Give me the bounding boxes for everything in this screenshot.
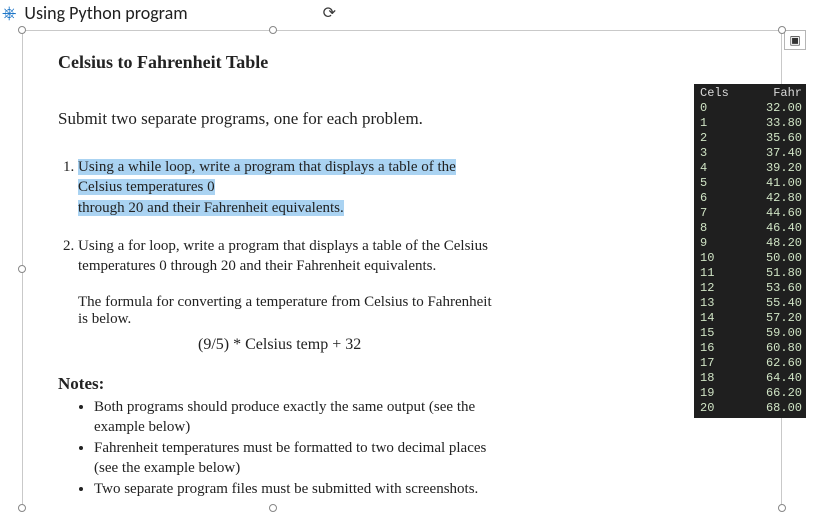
cell-celsius: 2	[698, 131, 746, 146]
cell-celsius: 5	[698, 176, 746, 191]
formula-intro: The formula for converting a temperature…	[78, 294, 692, 328]
cell-fahrenheit: 46.40	[746, 221, 804, 236]
table-row: 032.00	[698, 101, 804, 116]
cell-fahrenheit: 35.60	[746, 131, 804, 146]
layout-options-button[interactable]: ▣	[784, 30, 806, 50]
table-row: 642.80	[698, 191, 804, 206]
problem-2-text: Using a for loop, write a program that d…	[78, 238, 488, 274]
cell-celsius: 12	[698, 281, 746, 296]
cell-fahrenheit: 68.00	[746, 401, 804, 416]
selection-edge	[22, 30, 782, 31]
formula-text: (9/5) * Celsius temp + 32	[58, 336, 692, 354]
cell-fahrenheit: 53.60	[746, 281, 804, 296]
note-item: Two separate program files must be submi…	[94, 480, 692, 500]
cell-celsius: 1	[698, 116, 746, 131]
resize-handle[interactable]	[778, 504, 786, 512]
cell-celsius: 15	[698, 326, 746, 341]
table-header-row: Cels Fahr	[698, 86, 804, 101]
table-row: 133.80	[698, 116, 804, 131]
table-row: 439.20	[698, 161, 804, 176]
cell-celsius: 7	[698, 206, 746, 221]
cell-fahrenheit: 48.20	[746, 236, 804, 251]
problem-item-2: Using a for loop, write a program that d…	[78, 236, 692, 277]
cell-fahrenheit: 64.40	[746, 371, 804, 386]
cell-celsius: 10	[698, 251, 746, 266]
editor-top-bar: ⎈ Using Python program ⟳	[0, 0, 822, 28]
notes-heading: Notes:	[58, 374, 692, 394]
cell-fahrenheit: 32.00	[746, 101, 804, 116]
table-row: 2068.00	[698, 401, 804, 416]
cell-fahrenheit: 59.00	[746, 326, 804, 341]
refresh-icon[interactable]: ⟳	[323, 3, 336, 23]
note-item: Fahrenheit temperatures must be formatte…	[94, 439, 692, 478]
table-row: 1660.80	[698, 341, 804, 356]
cell-fahrenheit: 66.20	[746, 386, 804, 401]
notes-list: Both programs should produce exactly the…	[58, 398, 692, 500]
cell-celsius: 13	[698, 296, 746, 311]
console-output: Cels Fahr 032.00133.80235.60337.40439.20…	[694, 84, 806, 418]
cell-fahrenheit: 42.80	[746, 191, 804, 206]
cell-celsius: 20	[698, 401, 746, 416]
layout-options-icon: ▣	[789, 33, 800, 48]
cell-fahrenheit: 50.00	[746, 251, 804, 266]
object-title: Using Python program	[24, 2, 187, 24]
table-row: 1762.60	[698, 356, 804, 371]
cell-celsius: 3	[698, 146, 746, 161]
table-row: 846.40	[698, 221, 804, 236]
cell-fahrenheit: 60.80	[746, 341, 804, 356]
doc-subtitle: Submit two separate programs, one for ea…	[58, 109, 692, 129]
cell-fahrenheit: 37.40	[746, 146, 804, 161]
resize-handle[interactable]	[18, 26, 26, 34]
resize-handle[interactable]	[778, 26, 786, 34]
highlighted-text[interactable]: through 20 and their Fahrenheit equivale…	[78, 200, 344, 216]
cell-celsius: 17	[698, 356, 746, 371]
resize-handle[interactable]	[18, 504, 26, 512]
cell-fahrenheit: 62.60	[746, 356, 804, 371]
problem-list: Using a while loop, write a program that…	[58, 157, 692, 276]
table-row: 1966.20	[698, 386, 804, 401]
table-row: 235.60	[698, 131, 804, 146]
anchor-icon: ⎈	[2, 3, 16, 24]
cell-fahrenheit: 51.80	[746, 266, 804, 281]
cell-fahrenheit: 55.40	[746, 296, 804, 311]
table-row: 541.00	[698, 176, 804, 191]
cell-fahrenheit: 57.20	[746, 311, 804, 326]
cell-celsius: 11	[698, 266, 746, 281]
table-row: 1050.00	[698, 251, 804, 266]
cell-fahrenheit: 41.00	[746, 176, 804, 191]
col-header-cels: Cels	[698, 86, 746, 101]
cell-celsius: 9	[698, 236, 746, 251]
cell-celsius: 6	[698, 191, 746, 206]
doc-title: Celsius to Fahrenheit Table	[58, 52, 692, 73]
output-table: Cels Fahr 032.00133.80235.60337.40439.20…	[698, 86, 804, 416]
col-header-fahr: Fahr	[746, 86, 804, 101]
table-row: 1559.00	[698, 326, 804, 341]
cell-celsius: 4	[698, 161, 746, 176]
table-row: 1253.60	[698, 281, 804, 296]
highlighted-text[interactable]: Using a while loop, write a program that…	[78, 159, 456, 195]
resize-handle[interactable]	[269, 26, 277, 34]
cell-celsius: 8	[698, 221, 746, 236]
table-row: 744.60	[698, 206, 804, 221]
cell-fahrenheit: 44.60	[746, 206, 804, 221]
table-row: 1864.40	[698, 371, 804, 386]
table-row: 1355.40	[698, 296, 804, 311]
cell-celsius: 19	[698, 386, 746, 401]
cell-fahrenheit: 39.20	[746, 161, 804, 176]
table-row: 337.40	[698, 146, 804, 161]
resize-handle[interactable]	[18, 265, 26, 273]
cell-celsius: 18	[698, 371, 746, 386]
problem-item-1: Using a while loop, write a program that…	[78, 157, 692, 218]
cell-celsius: 14	[698, 311, 746, 326]
table-row: 1151.80	[698, 266, 804, 281]
table-row: 948.20	[698, 236, 804, 251]
cell-celsius: 16	[698, 341, 746, 356]
cell-celsius: 0	[698, 101, 746, 116]
document-body: Celsius to Fahrenheit Table Submit two s…	[28, 34, 708, 508]
cell-fahrenheit: 33.80	[746, 116, 804, 131]
table-row: 1457.20	[698, 311, 804, 326]
note-item: Both programs should produce exactly the…	[94, 398, 692, 437]
